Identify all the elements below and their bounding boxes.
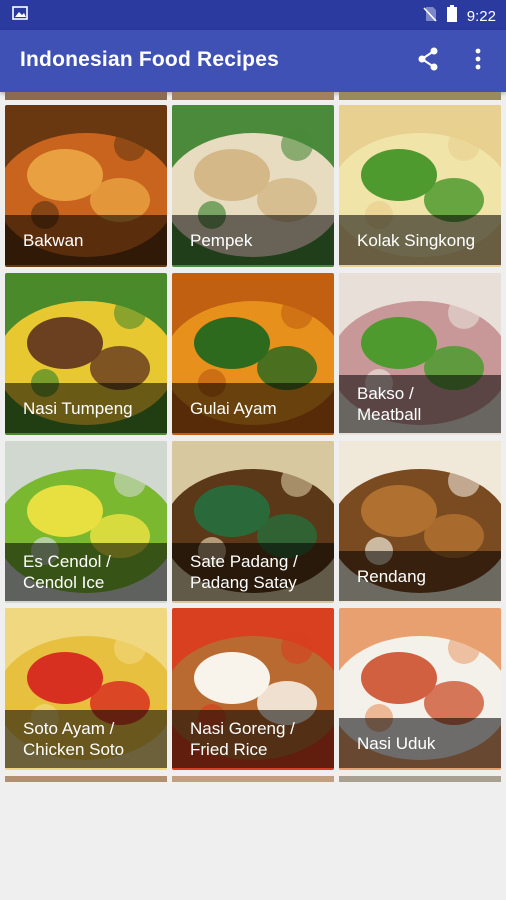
app-title: Indonesian Food Recipes: [20, 48, 279, 71]
recipe-tile[interactable]: Kolak Singkong: [339, 105, 501, 267]
more-vert-icon: [475, 48, 481, 75]
recipe-name: Es Cendol / Cendol Ice: [5, 543, 167, 601]
recipe-name: Pempek: [172, 215, 334, 265]
overflow-menu-button[interactable]: [464, 47, 492, 75]
status-bar: 9:22: [0, 0, 506, 30]
share-button[interactable]: [414, 47, 442, 75]
partial-tile-bottom: [339, 776, 501, 782]
recipe-tile[interactable]: Nasi Uduk: [339, 608, 501, 770]
recipe-name: Sate Padang / Padang Satay: [172, 543, 334, 601]
partial-tile-bottom: [172, 776, 334, 782]
recipe-name: Kolak Singkong: [339, 215, 501, 265]
battery-icon: [446, 5, 457, 27]
recipe-tile[interactable]: Nasi Goreng / Fried Rice: [172, 608, 334, 770]
recipe-tile[interactable]: Nasi Tumpeng: [5, 273, 167, 435]
recipe-tile[interactable]: Pempek: [172, 105, 334, 267]
recipe-name: Bakwan: [5, 215, 167, 265]
recipe-tile[interactable]: Soto Ayam / Chicken Soto: [5, 608, 167, 770]
share-icon: [417, 47, 439, 76]
recipe-tile[interactable]: Es Cendol / Cendol Ice: [5, 441, 167, 603]
status-time: 9:22: [466, 7, 496, 25]
recipe-name: Gulai Ayam: [172, 383, 334, 433]
recipe-name: Soto Ayam / Chicken Soto: [5, 710, 167, 768]
recipe-name: Nasi Uduk: [339, 718, 501, 768]
recipe-name: Bakso / Meatball: [339, 375, 501, 433]
recipe-tile[interactable]: Gulai Ayam: [172, 273, 334, 435]
recipe-tile[interactable]: Bakwan: [5, 105, 167, 267]
recipe-tile[interactable]: Bakso / Meatball: [339, 273, 501, 435]
partial-tile-top: [5, 92, 167, 100]
partial-tile-top: [339, 92, 501, 100]
recipe-tile[interactable]: Rendang: [339, 441, 501, 603]
partial-tile-top: [172, 92, 334, 100]
image-notification-icon: [12, 6, 28, 20]
partial-tile-bottom: [5, 776, 167, 782]
recipe-name: Nasi Tumpeng: [5, 383, 167, 433]
recipe-name: Rendang: [339, 551, 501, 601]
app-bar: Indonesian Food Recipes: [0, 30, 506, 92]
recipe-tile[interactable]: Sate Padang / Padang Satay: [172, 441, 334, 603]
recipe-name: Nasi Goreng / Fried Rice: [172, 710, 334, 768]
recipe-grid[interactable]: Bakwan Pempek Kolak Singkong Nasi Tumpeng Gu…: [0, 92, 506, 782]
no-sim-icon: [423, 6, 437, 27]
